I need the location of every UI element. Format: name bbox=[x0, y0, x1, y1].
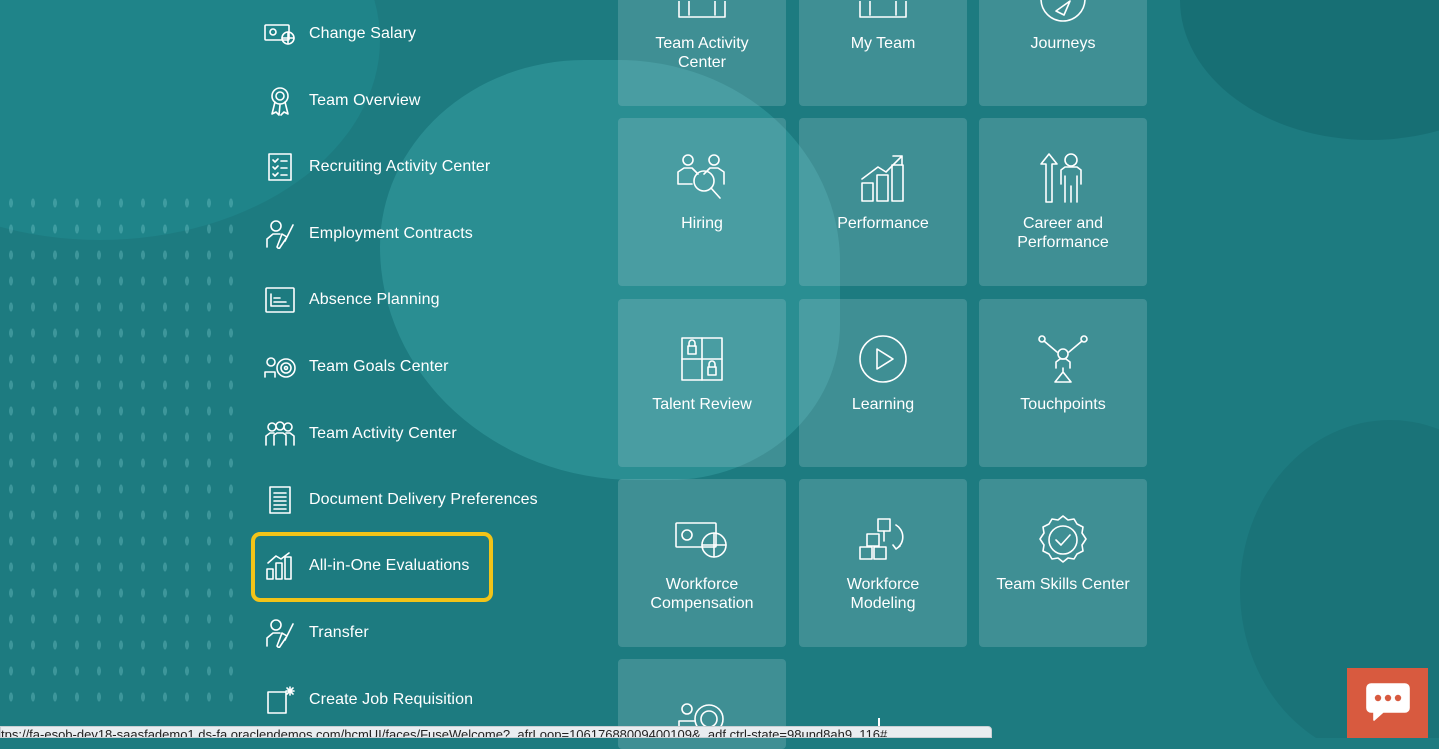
performance-chart-icon bbox=[859, 152, 907, 204]
quick-action-recruiting-activity-center[interactable]: Recruiting Activity Center bbox=[264, 147, 490, 187]
quick-action-label: Team Goals Center bbox=[309, 358, 449, 375]
modeling-icon bbox=[858, 513, 908, 565]
tile-label: Hiring bbox=[681, 215, 723, 232]
new-requisition-icon bbox=[264, 684, 296, 716]
tile-team-skills-center[interactable]: Team Skills Center bbox=[979, 479, 1147, 647]
quick-action-team-goals-center[interactable]: Team Goals Center bbox=[264, 347, 449, 387]
quick-action-label: Employment Contracts bbox=[309, 225, 473, 242]
compass-icon bbox=[1038, 0, 1088, 26]
tile-my-team[interactable]: My Team bbox=[799, 0, 967, 106]
touchpoints-icon bbox=[1038, 333, 1088, 385]
play-icon bbox=[858, 333, 908, 385]
quick-action-team-activity-center[interactable]: Team Activity Center bbox=[264, 414, 457, 454]
career-icon bbox=[1039, 152, 1087, 204]
contract-sign-icon bbox=[264, 218, 296, 250]
award-icon bbox=[264, 85, 296, 117]
tile-label: Workforce Modeling bbox=[846, 576, 920, 612]
tile-workforce-modeling[interactable]: Workforce Modeling bbox=[799, 479, 967, 647]
tile-label: Journeys bbox=[1030, 35, 1096, 52]
compensation-icon bbox=[674, 513, 730, 565]
tile-learning[interactable]: Learning bbox=[799, 299, 967, 467]
tile-talent-review[interactable]: Talent Review bbox=[618, 299, 786, 467]
background-shape bbox=[1180, 0, 1439, 140]
team-icon bbox=[264, 418, 296, 450]
my-team-icon bbox=[858, 0, 908, 26]
tile-label: Team Activity Center bbox=[655, 35, 749, 71]
tile-label: Performance bbox=[837, 215, 929, 232]
skills-badge-icon bbox=[1038, 513, 1088, 565]
tile-hiring[interactable]: Hiring bbox=[618, 118, 786, 286]
talent-review-icon bbox=[680, 333, 724, 385]
quick-action-transfer[interactable]: Transfer bbox=[264, 613, 369, 653]
chat-button[interactable] bbox=[1347, 668, 1428, 738]
tile-label: My Team bbox=[850, 35, 916, 52]
quick-action-document-delivery-preferences[interactable]: Document Delivery Preferences bbox=[264, 480, 538, 520]
tile-label: Workforce Compensation bbox=[650, 576, 754, 612]
tile-touchpoints[interactable]: Touchpoints bbox=[979, 299, 1147, 467]
checklist-icon bbox=[264, 151, 296, 183]
quick-action-employment-contracts[interactable]: Employment Contracts bbox=[264, 214, 473, 254]
tile-career-and-performance[interactable]: Career and Performance bbox=[979, 118, 1147, 286]
quick-action-label: Change Salary bbox=[309, 25, 417, 42]
quick-action-create-job-requisition[interactable]: Create Job Requisition bbox=[264, 680, 473, 720]
target-icon bbox=[264, 351, 296, 383]
tile-label: Touchpoints bbox=[1020, 396, 1106, 413]
tile-label: Team Skills Center bbox=[996, 576, 1130, 593]
quick-action-label: Team Activity Center bbox=[309, 425, 457, 442]
salary-icon bbox=[264, 18, 296, 50]
document-icon bbox=[264, 484, 296, 516]
quick-action-label: Transfer bbox=[309, 624, 369, 641]
tile-workforce-compensation[interactable]: Workforce Compensation bbox=[618, 479, 786, 647]
tile-journeys[interactable]: Journeys bbox=[979, 0, 1147, 106]
tile-label: Learning bbox=[851, 396, 915, 413]
tile-performance[interactable]: Performance bbox=[799, 118, 967, 286]
quick-action-label: Create Job Requisition bbox=[309, 691, 474, 708]
quick-action-label: Document Delivery Preferences bbox=[309, 491, 538, 508]
quick-action-team-overview[interactable]: Team Overview bbox=[264, 81, 421, 121]
quick-action-absence-planning[interactable]: Absence Planning bbox=[264, 280, 440, 320]
quick-action-label: Absence Planning bbox=[309, 291, 440, 308]
team-activity-icon bbox=[677, 0, 727, 26]
status-bar-url: tps://fa-esob-dev18-saasfademo1.ds-fa.or… bbox=[0, 726, 992, 738]
tile-label: Talent Review bbox=[652, 396, 752, 413]
quick-action-label: Recruiting Activity Center bbox=[309, 158, 491, 175]
highlight-box bbox=[251, 532, 493, 602]
quick-action-label: Team Overview bbox=[309, 92, 421, 109]
calendar-plan-icon bbox=[264, 284, 296, 316]
transfer-icon bbox=[264, 617, 296, 649]
quick-action-change-salary[interactable]: Change Salary bbox=[264, 14, 416, 54]
chat-icon bbox=[1365, 681, 1411, 726]
tile-team-activity-center[interactable]: Team Activity Center bbox=[618, 0, 786, 106]
hiring-icon bbox=[676, 152, 728, 204]
dot-pattern bbox=[0, 190, 250, 710]
tile-label: Career and Performance bbox=[1017, 215, 1109, 251]
